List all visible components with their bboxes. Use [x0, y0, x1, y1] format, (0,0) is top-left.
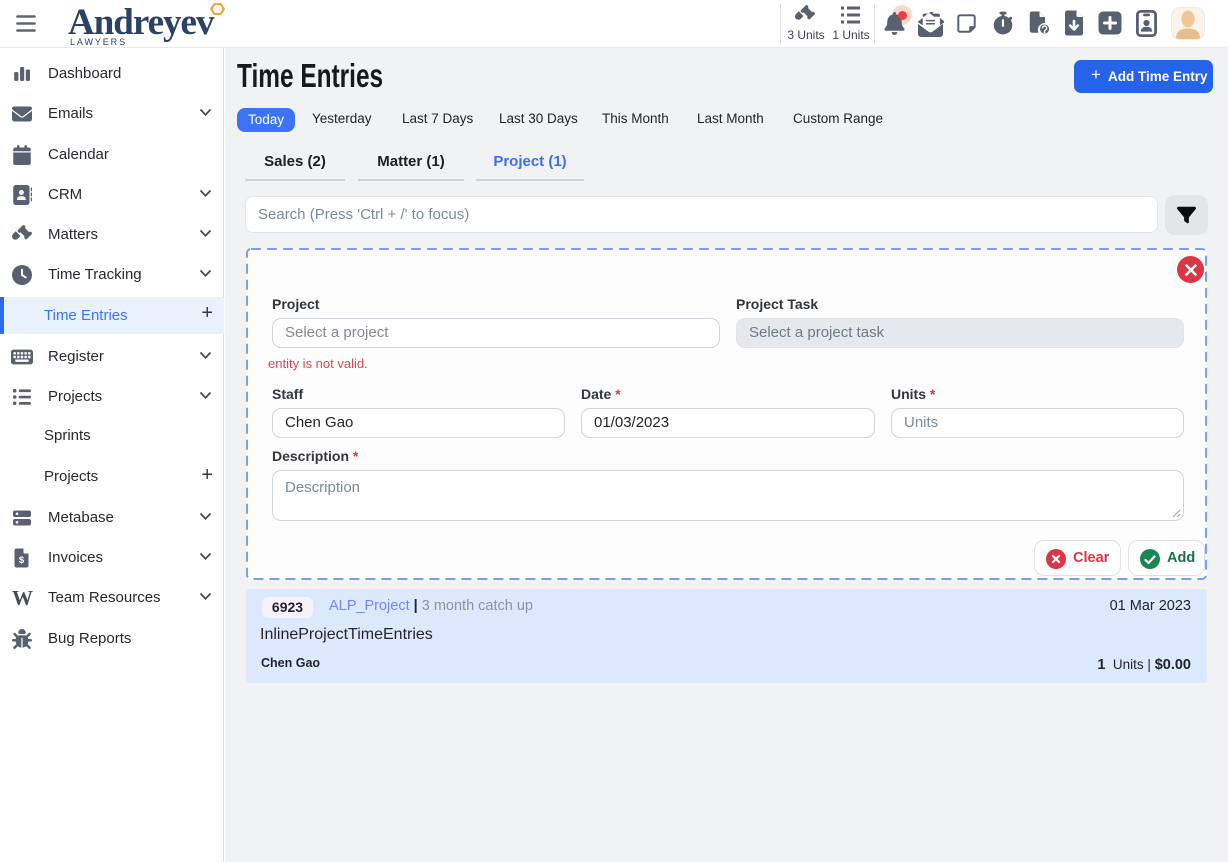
svg-text:$: $	[19, 555, 25, 566]
